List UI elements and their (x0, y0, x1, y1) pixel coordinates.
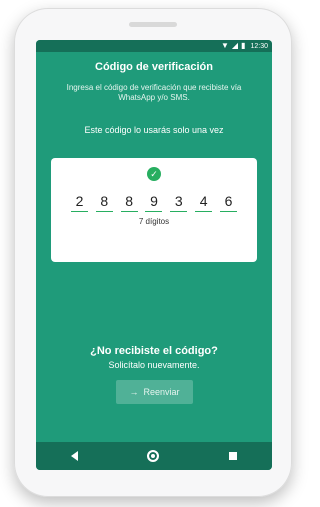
code-digit[interactable]: 4 (195, 191, 213, 212)
wifi-icon: ▼ (220, 41, 229, 50)
battery-icon: ▮ (241, 41, 246, 50)
phone-frame: ▼ ◢ ▮ 12:30 Código de verificación Ingre… (14, 8, 292, 497)
status-bar: ▼ ◢ ▮ 12:30 (36, 40, 272, 52)
code-card: ✓ 2 8 8 9 3 4 6 7 dígitos (51, 158, 257, 262)
page-title: Código de verificación (95, 61, 213, 73)
signal-icon: ◢ (231, 41, 239, 50)
screen: ▼ ◢ ▮ 12:30 Código de verificación Ingre… (36, 40, 272, 470)
home-icon[interactable] (147, 450, 160, 462)
resend-button[interactable]: → Reenviar (116, 380, 193, 404)
resend-request-text: Solicítalo nuevamente. (108, 360, 200, 370)
check-icon: ✓ (147, 167, 161, 181)
code-digits[interactable]: 2 8 8 9 3 4 6 (71, 191, 237, 213)
code-digit[interactable]: 6 (219, 191, 237, 212)
code-digit[interactable]: 8 (120, 191, 138, 212)
info-text: Este código lo usarás solo una vez (84, 125, 224, 135)
arrow-right-icon: → (129, 387, 139, 397)
page-subtitle: Ingresa el código de verificación que re… (66, 83, 242, 102)
recents-icon[interactable] (229, 452, 238, 460)
digit-count-label: 7 dígitos (138, 217, 170, 226)
resend-question: ¿No recibiste el código? (90, 345, 218, 357)
code-digit[interactable]: 2 (71, 191, 88, 212)
nav-bar (36, 442, 272, 470)
status-time: 12:30 (250, 42, 268, 50)
back-icon[interactable] (70, 451, 78, 461)
code-digit[interactable]: 3 (170, 191, 188, 212)
code-digit[interactable]: 8 (95, 191, 113, 212)
speaker (129, 22, 177, 27)
code-digit[interactable]: 9 (145, 191, 163, 212)
resend-button-label: Reenviar (143, 387, 180, 397)
